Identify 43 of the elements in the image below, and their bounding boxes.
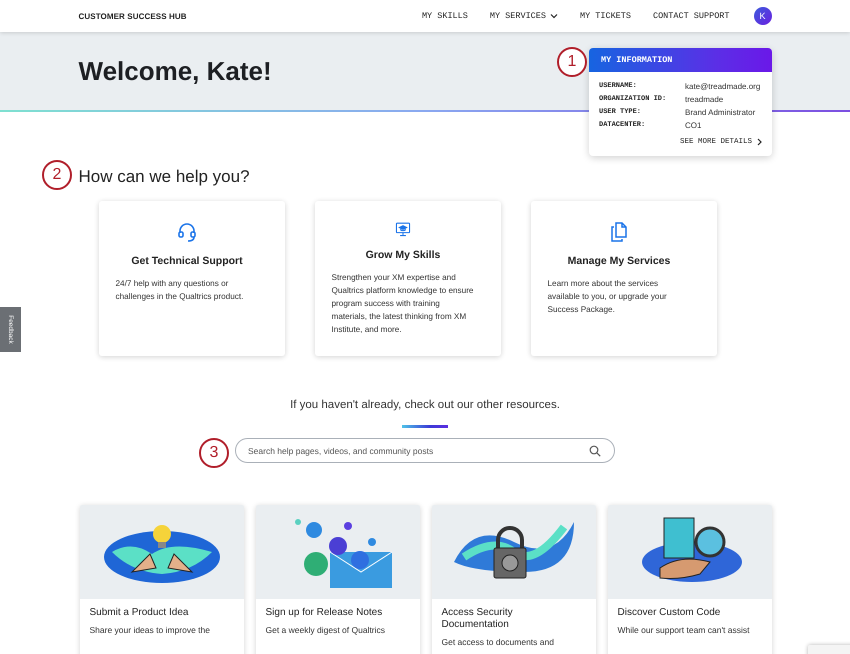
chevron-down-icon bbox=[550, 13, 558, 19]
resource-title: Access Security Documentation bbox=[442, 607, 514, 631]
resource-description: Get access to documents and bbox=[442, 637, 555, 647]
help-heading: How can we help you? bbox=[78, 167, 251, 187]
resource-description: While our support team can't assist bbox=[618, 625, 751, 635]
resource-description: Share your ideas to improve the bbox=[90, 625, 211, 635]
nav-link[interactable]: MY SERVICES bbox=[490, 9, 558, 23]
nav-link[interactable]: CONTACT SUPPORT bbox=[652, 9, 730, 23]
site-title[interactable]: CUSTOMER SUCCESS HUB bbox=[78, 12, 187, 20]
resource-description: Get a weekly digest of Qualtrics bbox=[266, 625, 386, 635]
card-title: Grow My Skills bbox=[366, 249, 440, 261]
card-title: Get Technical Support bbox=[131, 255, 243, 267]
user-avatar[interactable]: K bbox=[754, 7, 772, 25]
field-value: CO1 bbox=[685, 121, 702, 130]
resource-title: Submit a Product Idea bbox=[90, 607, 190, 619]
nav-link[interactable]: MY TICKETS bbox=[580, 9, 631, 23]
resource-card[interactable]: Submit a Product Idea Share your ideas to improve the bbox=[80, 505, 244, 654]
chevron-right-icon bbox=[757, 138, 762, 146]
help-card[interactable]: Manage My Services Learn more about the services available to you, or upgrade your Success Package. bbox=[530, 201, 716, 356]
search-field[interactable]: Search help pages, videos, and community posts bbox=[235, 438, 615, 463]
information-card-title: MY INFORMATION bbox=[589, 48, 772, 72]
field-value: treadmade bbox=[685, 95, 724, 104]
resources-intro: If you haven't already, check out our other resources. bbox=[289, 399, 561, 411]
field-value: kate@treadmade.org bbox=[685, 82, 760, 91]
card-description: 24/7 help with any questions or challenges in the Qualtrics product. bbox=[116, 278, 244, 303]
callout-marker: 3 bbox=[199, 438, 229, 468]
resource-card[interactable]: Access Security Documentation Get access to documents and bbox=[432, 505, 596, 654]
welcome-heading: Welcome, Kate! bbox=[78, 56, 272, 86]
resource-card[interactable]: Discover Custom Code While our support team can't assist bbox=[608, 505, 772, 654]
nav-link[interactable]: MY SKILLS bbox=[422, 9, 468, 23]
help-card[interactable]: Get Technical Support 24/7 help with any questions or challenges in the Qualtrics product. bbox=[98, 201, 284, 356]
resource-title: Discover Custom Code bbox=[618, 607, 722, 619]
card-title: Manage My Services bbox=[568, 255, 670, 267]
resource-card[interactable]: Sign up for Release Notes Get a weekly digest of Qualtrics bbox=[256, 505, 420, 654]
callout-marker: 2 bbox=[42, 160, 72, 190]
card-description: Learn more about the services available to you, or upgrade your Success Package. bbox=[548, 278, 668, 316]
help-card[interactable]: Grow My Skills Strengthen your XM expertise and Qualtrics platform knowledge to ensure program success with training materials, the latest thinking from XM Institute, and more. bbox=[314, 201, 500, 356]
accent-bar bbox=[402, 425, 448, 428]
search-icon[interactable] bbox=[589, 444, 601, 456]
resource-title: Sign up for Release Notes bbox=[266, 607, 384, 619]
field-value: Brand Administrator bbox=[685, 108, 756, 117]
headset-icon bbox=[176, 221, 198, 243]
card-description: Strengthen your XM expertise and Qualtrics platform knowledge to ensure program success with training materials, the latest thinking from XM Institute, and more. bbox=[332, 272, 474, 336]
